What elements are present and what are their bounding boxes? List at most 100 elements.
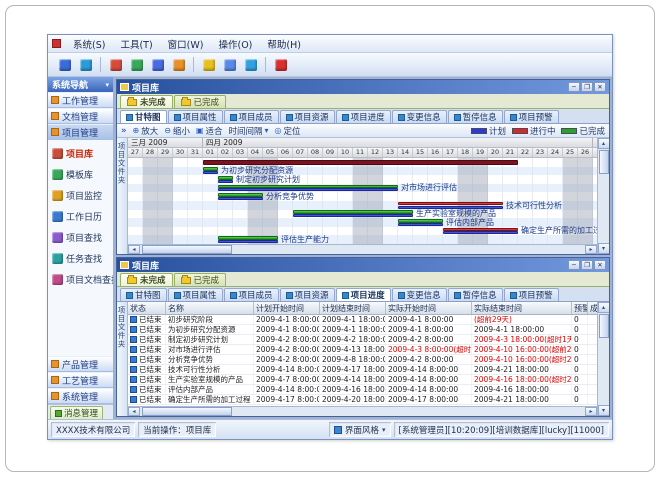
sidebar-item-4[interactable]: 项目查找 xyxy=(50,227,111,248)
scroll-down-button[interactable]: ▾ xyxy=(598,243,610,254)
table-row-5[interactable]: 已结束技术可行性分析2009-4-14 8:00:002009-4-17 18:… xyxy=(128,365,597,375)
toolbar-button-info[interactable] xyxy=(241,55,260,74)
task-bar-7[interactable] xyxy=(398,219,443,223)
ui-style-selector[interactable]: 界面风格 ▾ xyxy=(329,422,391,437)
sidebar-group-bottom-0[interactable]: 产品管理 xyxy=(48,356,113,372)
file-tab-0[interactable]: 未完成 xyxy=(120,95,173,108)
table-row-4[interactable]: 已结束分析竞争优势2009-4-2 8:00:002009-4-8 18:00:… xyxy=(128,355,597,365)
file-tab-0[interactable]: 未完成 xyxy=(120,273,173,286)
menu-item-3[interactable]: 操作(O) xyxy=(211,36,259,52)
sidebar-item-3[interactable]: 工作日历 xyxy=(50,206,111,227)
menu-item-4[interactable]: 帮助(H) xyxy=(260,36,308,52)
scrollbar-thumb[interactable] xyxy=(142,245,232,254)
tab-4[interactable]: 项目进度 xyxy=(336,110,391,123)
sidebar-tab-messages[interactable]: 消息管理 xyxy=(50,406,103,419)
tab-1[interactable]: 项目属性 xyxy=(168,110,223,123)
folder-panel-tab[interactable]: 项目文件夹 xyxy=(117,302,128,416)
scroll-up-button[interactable]: ▴ xyxy=(598,302,610,313)
sidebar-group-bottom-2[interactable]: 系统管理 xyxy=(48,388,113,404)
column-header-6[interactable]: 预警 xyxy=(572,302,588,314)
maximize-button[interactable]: ❐ xyxy=(581,82,593,92)
tab-1[interactable]: 项目属性 xyxy=(168,288,223,301)
column-header-0[interactable]: 状态 xyxy=(128,302,166,314)
toolbar-button-message[interactable] xyxy=(220,55,239,74)
tab-4[interactable]: 项目进度 xyxy=(336,288,391,301)
scroll-left-button[interactable]: ◂ xyxy=(128,245,140,254)
folder-panel-tab[interactable]: 项目文件夹 xyxy=(117,138,128,254)
sidebar-item-6[interactable]: 项目文档查找 xyxy=(50,269,111,290)
toolbar-button-module[interactable] xyxy=(127,55,146,74)
vertical-scrollbar[interactable]: ▴▾ xyxy=(597,138,609,254)
scrollbar-thumb[interactable] xyxy=(142,407,232,416)
close-button[interactable]: ✕ xyxy=(594,260,606,270)
chevron-down-icon[interactable]: ▾ xyxy=(105,81,109,89)
tab-3[interactable]: 项目资源 xyxy=(280,110,335,123)
tab-2[interactable]: 项目成员 xyxy=(224,288,279,301)
toolbar-button-report[interactable] xyxy=(148,55,167,74)
toolbar-button-globe[interactable] xyxy=(76,55,95,74)
toolbar-button-save[interactable] xyxy=(55,55,74,74)
scrollbar-thumb[interactable] xyxy=(599,314,609,338)
menu-item-0[interactable]: 系统(S) xyxy=(66,36,112,52)
table-row-8[interactable]: 已结束确定生产所需的加工过程2009-4-17 8:00:002009-4-20… xyxy=(128,395,597,405)
column-header-7[interactable]: 成 xyxy=(588,302,597,314)
sidebar-item-5[interactable]: 任务查找 xyxy=(50,248,111,269)
toolbar-button-exit[interactable] xyxy=(271,55,290,74)
close-button[interactable]: ✕ xyxy=(594,82,606,92)
table-row-0[interactable]: 已结束初步研究阶段2009-4-1 8:00:002009-4-1 18:00:… xyxy=(128,315,597,325)
tab-3[interactable]: 项目资源 xyxy=(280,288,335,301)
table-row-6[interactable]: 已结束生产实验室规模的产品2009-4-7 8:00:002009-4-14 1… xyxy=(128,375,597,385)
tab-6[interactable]: 暂停信息 xyxy=(448,110,503,123)
table-row-7[interactable]: 已结束评估内部产品2009-4-14 8:00:002009-4-16 18:0… xyxy=(128,385,597,395)
tab-0[interactable]: 甘特图 xyxy=(120,110,167,123)
toolbar-button-lock[interactable] xyxy=(199,55,218,74)
horizontal-scrollbar[interactable]: ◂▸ xyxy=(128,406,597,416)
column-header-3[interactable]: 计划结束时间 xyxy=(320,302,386,314)
sidebar-item-2[interactable]: 项目监控 xyxy=(50,185,111,206)
sidebar-group-1[interactable]: 文档管理 xyxy=(48,108,113,124)
tab-5[interactable]: 变更信息 xyxy=(392,110,447,123)
scroll-left-button[interactable]: ◂ xyxy=(128,407,140,416)
sidebar-item-1[interactable]: 模板库 xyxy=(50,164,111,185)
menu-item-1[interactable]: 工具(T) xyxy=(113,36,159,52)
file-tab-1[interactable]: 已完成 xyxy=(174,95,227,108)
gantt-button-0[interactable]: ⊕放大 xyxy=(133,125,159,137)
minimize-button[interactable]: ─ xyxy=(568,82,580,92)
gantt-button-1[interactable]: ⊖缩小 xyxy=(164,125,190,137)
column-header-1[interactable]: 名称 xyxy=(166,302,254,314)
table-row-3[interactable]: 已结束对市场进行评估2009-4-2 8:00:002009-4-13 18:0… xyxy=(128,345,597,355)
column-header-5[interactable]: 实际结束时间 xyxy=(472,302,572,314)
column-header-2[interactable]: 计划开始时间 xyxy=(254,302,320,314)
column-header-4[interactable]: 实际开始时间 xyxy=(386,302,472,314)
sidebar-item-0[interactable]: 项目库 xyxy=(50,143,111,164)
sidebar-group-bottom-1[interactable]: 工艺管理 xyxy=(48,372,113,388)
tab-5[interactable]: 变更信息 xyxy=(392,288,447,301)
tab-0[interactable]: 甘特图 xyxy=(120,288,167,301)
scrollbar-thumb[interactable] xyxy=(599,150,609,174)
gantt-button-3[interactable]: 时间间隔▾ xyxy=(229,125,269,137)
gantt-button-4[interactable]: ◎定位 xyxy=(275,125,301,137)
task-bar-2[interactable] xyxy=(218,176,233,180)
tab-2[interactable]: 项目成员 xyxy=(224,110,279,123)
file-tab-1[interactable]: 已完成 xyxy=(174,273,227,286)
scroll-right-button[interactable]: ▸ xyxy=(585,407,597,416)
vertical-scrollbar[interactable]: ▴▾ xyxy=(597,302,609,416)
maximize-button[interactable]: ❐ xyxy=(581,260,593,270)
scroll-down-button[interactable]: ▾ xyxy=(598,405,610,416)
summary-bar[interactable] xyxy=(203,160,518,165)
scroll-up-button[interactable]: ▴ xyxy=(598,138,610,149)
menu-item-2[interactable]: 窗口(W) xyxy=(161,36,211,52)
table-row-2[interactable]: 已结束制定初步研究计划2009-4-2 8:00:002009-4-2 18:0… xyxy=(128,335,597,345)
scroll-right-button[interactable]: ▸ xyxy=(585,245,597,254)
sidebar-group-0[interactable]: 工作管理 xyxy=(48,92,113,108)
tab-7[interactable]: 项目预警 xyxy=(504,288,559,301)
sidebar-group-2[interactable]: 项目管理 xyxy=(48,124,113,140)
tab-7[interactable]: 项目预警 xyxy=(504,110,559,123)
toolbar-button-tools[interactable] xyxy=(169,55,188,74)
gantt-button-2[interactable]: ▣适合 xyxy=(196,125,223,137)
tab-6[interactable]: 暂停信息 xyxy=(448,288,503,301)
task-bar-5[interactable] xyxy=(398,202,503,206)
horizontal-scrollbar[interactable]: ◂▸ xyxy=(128,244,597,254)
table-row-1[interactable]: 已结束为初步研究分配资源2009-4-1 8:00:002009-4-1 18:… xyxy=(128,325,597,335)
minimize-button[interactable]: ─ xyxy=(568,260,580,270)
